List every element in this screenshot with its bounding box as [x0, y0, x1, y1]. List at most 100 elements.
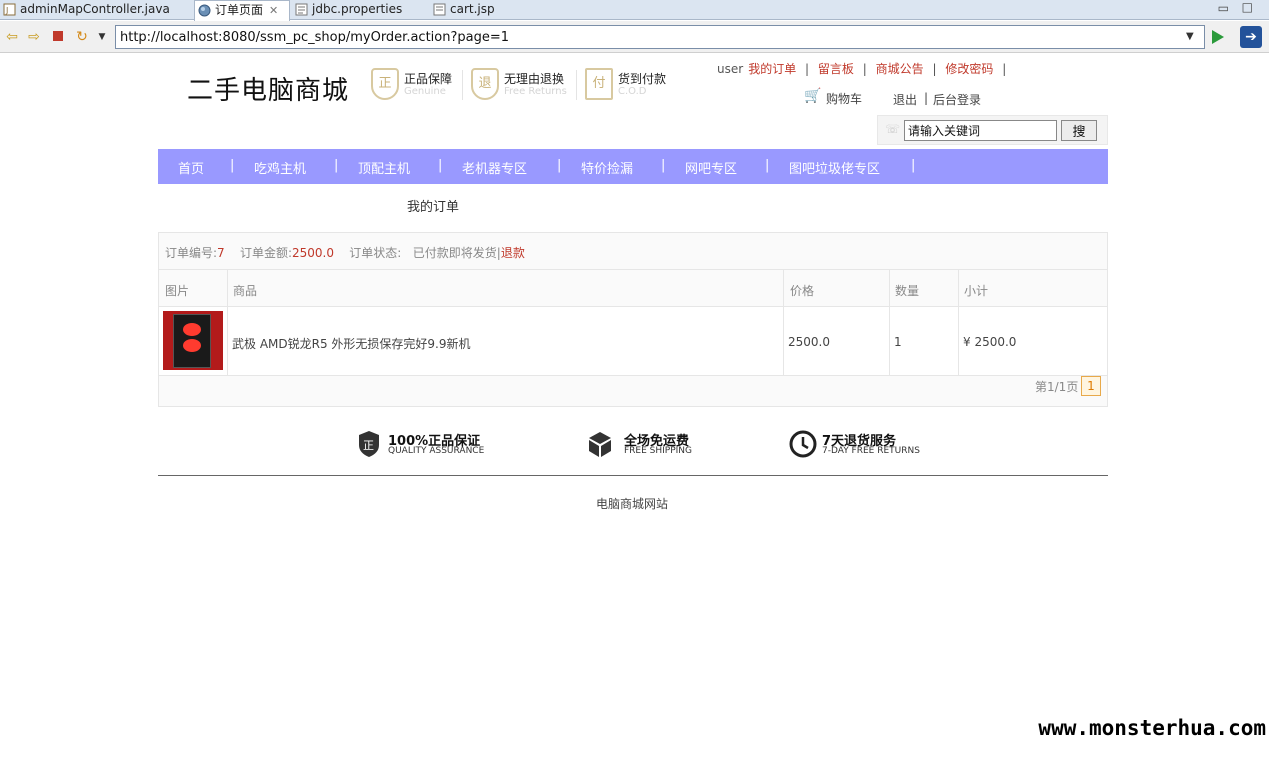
tab-label: adminMapController.java [20, 2, 170, 16]
external-browser-icon[interactable]: ➔ [1240, 26, 1262, 48]
nav-gaming-pc[interactable]: 吃鸡主机 [254, 158, 306, 177]
admin-login-link[interactable]: 后台登录 [933, 91, 981, 108]
phone-icon: ☏ [885, 122, 901, 136]
refund-link[interactable]: 退款 [501, 246, 525, 260]
product-image[interactable] [163, 311, 223, 370]
service-subtitle: FREE SHIPPING [624, 446, 693, 456]
address-dropdown-icon[interactable]: ▼ [1186, 31, 1194, 42]
order-amount: 2500.0 [292, 246, 334, 260]
user-links: user 我的订单 | 留言板 | 商城公告 | 修改密码 | [717, 60, 1011, 77]
search-button[interactable]: 搜 [1061, 120, 1097, 141]
globe-icon [198, 4, 211, 17]
cod-badge-icon: 付 [585, 68, 613, 100]
tab-label: 订单页面 [215, 3, 264, 17]
close-icon[interactable]: ✕ [269, 1, 278, 20]
separator: | [932, 62, 937, 76]
nav-junk-zone[interactable]: 图吧垃圾佬专区 [789, 158, 880, 177]
shield-icon: 正 [359, 431, 379, 457]
product-subtotal: ¥ 2500.0 [963, 335, 1017, 349]
nav-separator: | [661, 158, 666, 173]
forward-icon[interactable]: ⇨ [26, 29, 42, 45]
genuine-badge-icon: 正 [371, 68, 399, 100]
column-header-qty: 数量 [895, 284, 920, 298]
order-amount-label: 订单金额: [239, 246, 292, 260]
message-board-link[interactable]: 留言板 [818, 62, 854, 76]
product-price: 2500.0 [788, 335, 830, 349]
minimize-button[interactable]: ▭ [1218, 1, 1229, 15]
column-header-subtotal: 小计 [964, 284, 989, 298]
nav-old-machines[interactable]: 老机器专区 [462, 158, 527, 177]
editor-tab-bar: J adminMapController.java 订单页面 ✕ jdbc.pro… [0, 0, 1269, 21]
footer-divider [158, 475, 1108, 476]
tab-label: jdbc.properties [312, 2, 403, 16]
address-bar[interactable] [115, 25, 1205, 49]
page-title: 我的订单 [407, 200, 460, 215]
column-divider [958, 270, 959, 375]
tab-admin-map-controller[interactable]: J adminMapController.java [0, 0, 192, 20]
divider [576, 70, 577, 100]
stop-icon[interactable] [50, 29, 66, 45]
divider [462, 70, 463, 100]
tab-cart-jsp[interactable]: cart.jsp [430, 0, 510, 20]
footer-text: 电脑商城网站 [596, 497, 669, 511]
refresh-icon[interactable]: ↻ [74, 29, 90, 45]
product-name[interactable]: 武极 AMD锐龙R5 外形无损保存完好9.9新机 [232, 335, 471, 352]
my-orders-link[interactable]: 我的订单 [748, 62, 796, 76]
service-quality: 正 100%正品保证 QUALITY ASSURANCE [358, 430, 498, 460]
separator: | [1002, 62, 1007, 76]
username: user [717, 62, 744, 76]
go-icon[interactable] [1212, 30, 1224, 44]
divider [159, 269, 1107, 270]
page-indicator: 第1/1页 [1035, 380, 1079, 394]
tab-jdbc-properties[interactable]: jdbc.properties [292, 0, 422, 20]
nav-home[interactable]: 首页 [178, 158, 204, 177]
service-shipping: 全场免运费 FREE SHIPPING [587, 430, 707, 460]
nav-bargains[interactable]: 特价捡漏 [581, 158, 633, 177]
order-no: 7 [217, 246, 225, 260]
order-summary: 订单编号:7 订单金额:2500.0 订单状态: 已付款即将发货|退款 [165, 244, 525, 261]
chevron-down-icon[interactable]: ▼ [94, 29, 110, 45]
back-icon[interactable]: ⇦ [4, 29, 20, 45]
column-header-price: 价格 [790, 284, 815, 298]
returns-badge-icon: 退 [471, 68, 499, 100]
cart-link[interactable]: 购物车 [826, 90, 862, 107]
badge-title: 无理由退换 [504, 72, 565, 86]
tab-label: cart.jsp [450, 2, 495, 16]
page-number-button[interactable]: 1 [1081, 376, 1101, 396]
nav-separator: | [765, 158, 770, 173]
nav-internet-cafe[interactable]: 网吧专区 [685, 158, 737, 177]
site-title: 二手电脑商城 [187, 76, 350, 106]
service-subtitle: 7-DAY FREE RETURNS [822, 446, 920, 456]
service-subtitle: QUALITY ASSURANCE [388, 446, 485, 456]
order-status-label: 订单状态: [349, 246, 402, 260]
browser-toolbar: ⇦ ⇨ ↻ ▼ ▼ ➔ [0, 21, 1269, 53]
order-no-label: 订单编号: [165, 246, 218, 260]
maximize-button[interactable]: □ [1242, 0, 1253, 14]
announcement-link[interactable]: 商城公告 [876, 62, 924, 76]
watermark: www.monsterhua.com [1038, 716, 1266, 740]
search-input[interactable] [904, 120, 1057, 141]
nav-separator: | [334, 158, 339, 173]
properties-file-icon [295, 3, 308, 16]
tab-order-page[interactable]: 订单页面 ✕ [194, 0, 290, 21]
browser-window: J adminMapController.java 订单页面 ✕ jdbc.pro… [0, 0, 1269, 758]
badge-subtitle: C.O.D [618, 86, 647, 97]
java-file-icon: J [3, 3, 16, 16]
nav-top-pc[interactable]: 顶配主机 [358, 158, 410, 177]
badge-free-returns: 退 无理由退换 Free Returns [471, 68, 571, 102]
badge-subtitle: Genuine [404, 86, 446, 97]
badge-cod: 付 货到付款 C.O.D [585, 68, 675, 102]
change-password-link[interactable]: 修改密码 [945, 62, 993, 76]
nav-separator: | [438, 158, 443, 173]
nav-separator: | [230, 158, 235, 173]
column-header-image: 图片 [165, 284, 190, 298]
logout-link[interactable]: 退出 [893, 91, 917, 108]
column-divider [227, 270, 228, 375]
svg-text:J: J [5, 6, 8, 15]
badge-title: 货到付款 [618, 72, 667, 86]
product-qty: 1 [894, 335, 902, 349]
jsp-file-icon [433, 3, 446, 16]
separator: | [805, 62, 810, 76]
order-status: 已付款即将发货| [412, 246, 501, 260]
cart-icon[interactable]: 🛒 [804, 88, 821, 104]
